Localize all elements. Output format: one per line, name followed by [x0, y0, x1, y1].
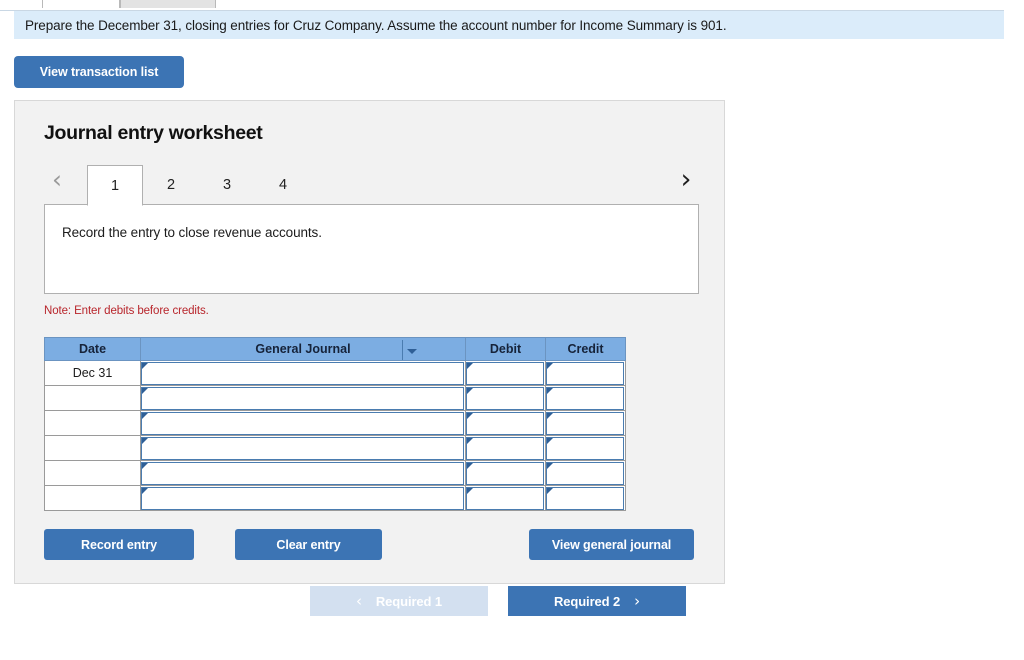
- cell-date-4[interactable]: [44, 460, 141, 486]
- tab-3[interactable]: 3: [199, 165, 255, 205]
- journal-entry-table: Date General Journal Debit Credit Dec 31: [44, 337, 626, 511]
- table-row: [44, 460, 626, 486]
- cell-credit-1[interactable]: [545, 385, 626, 411]
- debit-input-3[interactable]: [466, 436, 544, 460]
- cell-debit-5[interactable]: [465, 485, 546, 511]
- ghost-tab-2[interactable]: [120, 0, 216, 8]
- cell-credit-4[interactable]: [545, 460, 626, 486]
- chevron-down-icon[interactable]: [407, 349, 417, 354]
- tab-2[interactable]: 2: [143, 165, 199, 205]
- cell-credit-5[interactable]: [545, 485, 626, 511]
- cell-account-0[interactable]: [140, 360, 466, 386]
- cell-account-3[interactable]: [140, 435, 466, 461]
- cell-debit-1[interactable]: [465, 385, 546, 411]
- column-header-credit: Credit: [545, 337, 626, 361]
- credit-input-3[interactable]: [546, 436, 624, 460]
- tab-next-chevron-icon[interactable]: ›: [673, 163, 699, 195]
- instruction-text: Prepare the December 31, closing entries…: [25, 17, 727, 33]
- cell-credit-3[interactable]: [545, 435, 626, 461]
- text-cursor: [402, 340, 403, 360]
- credit-input-0[interactable]: [546, 361, 624, 385]
- view-transaction-list-button[interactable]: View transaction list: [14, 56, 184, 88]
- top-tab-strip: [0, 0, 1004, 11]
- instruction-banner: Prepare the December 31, closing entries…: [14, 11, 1004, 39]
- chevron-left-icon: ‹: [355, 592, 362, 610]
- worksheet-tab-list: 1 2 3 4: [87, 157, 311, 206]
- column-header-general-journal[interactable]: General Journal: [140, 337, 466, 361]
- debit-input-2[interactable]: [466, 411, 544, 435]
- cell-date-0[interactable]: Dec 31: [44, 360, 141, 386]
- table-row: Dec 31: [44, 360, 626, 386]
- cell-debit-2[interactable]: [465, 410, 546, 436]
- debits-before-credits-note: Note: Enter debits before credits.: [44, 305, 209, 317]
- view-general-journal-button[interactable]: View general journal: [529, 529, 694, 560]
- cell-account-5[interactable]: [140, 485, 466, 511]
- worksheet-prompt-text: Record the entry to close revenue accoun…: [62, 225, 322, 240]
- worksheet-prompt-box: Record the entry to close revenue accoun…: [44, 204, 699, 294]
- required-2-label: Required 2: [553, 593, 621, 609]
- cell-debit-4[interactable]: [465, 460, 546, 486]
- required-1-label: Required 1: [375, 593, 443, 609]
- cell-account-4[interactable]: [140, 460, 466, 486]
- table-header-row: Date General Journal Debit Credit: [44, 337, 626, 361]
- credit-input-2[interactable]: [546, 411, 624, 435]
- account-input-5[interactable]: [141, 486, 464, 510]
- debit-input-4[interactable]: [466, 461, 544, 485]
- credit-input-4[interactable]: [546, 461, 624, 485]
- credit-input-5[interactable]: [546, 486, 624, 510]
- journal-entry-table-body: Dec 31: [44, 360, 626, 511]
- journal-entry-worksheet-panel: Journal entry worksheet ‹ 1 2 3 4 › Reco…: [14, 100, 725, 584]
- cell-date-2[interactable]: [44, 410, 141, 436]
- debit-input-5[interactable]: [466, 486, 544, 510]
- ghost-tab-1[interactable]: [42, 0, 120, 8]
- account-input-4[interactable]: [141, 461, 464, 485]
- tab-prev-chevron-icon[interactable]: ‹: [44, 163, 70, 195]
- column-header-general-journal-label: General Journal: [255, 342, 351, 356]
- column-header-debit: Debit: [465, 337, 546, 361]
- required-1-button[interactable]: ‹ Required 1: [310, 586, 488, 616]
- page-title: Journal entry worksheet: [44, 122, 263, 144]
- debit-input-1[interactable]: [466, 386, 544, 410]
- clear-entry-button[interactable]: Clear entry: [235, 529, 382, 560]
- table-row: [44, 485, 626, 511]
- tab-4[interactable]: 4: [255, 165, 311, 205]
- cell-account-1[interactable]: [140, 385, 466, 411]
- cell-debit-3[interactable]: [465, 435, 546, 461]
- cell-date-1[interactable]: [44, 385, 141, 411]
- required-navigation: ‹ Required 1 Required 2 ›: [0, 586, 1004, 616]
- cell-credit-0[interactable]: [545, 360, 626, 386]
- cell-date-5[interactable]: [44, 485, 141, 511]
- cell-account-2[interactable]: [140, 410, 466, 436]
- cell-credit-2[interactable]: [545, 410, 626, 436]
- account-input-1[interactable]: [141, 386, 464, 410]
- record-entry-button[interactable]: Record entry: [44, 529, 194, 560]
- cell-date-3[interactable]: [44, 435, 141, 461]
- cell-debit-0[interactable]: [465, 360, 546, 386]
- table-row: [44, 435, 626, 461]
- table-row: [44, 385, 626, 411]
- account-input-0[interactable]: [141, 361, 464, 385]
- debit-input-0[interactable]: [466, 361, 544, 385]
- worksheet-tab-row: ‹ 1 2 3 4 ›: [44, 157, 699, 206]
- required-2-button[interactable]: Required 2 ›: [508, 586, 686, 616]
- column-header-date: Date: [44, 337, 141, 361]
- table-row: [44, 410, 626, 436]
- tab-1[interactable]: 1: [87, 165, 143, 206]
- account-input-2[interactable]: [141, 411, 464, 435]
- credit-input-1[interactable]: [546, 386, 624, 410]
- chevron-right-icon: ›: [634, 592, 641, 610]
- account-input-3[interactable]: [141, 436, 464, 460]
